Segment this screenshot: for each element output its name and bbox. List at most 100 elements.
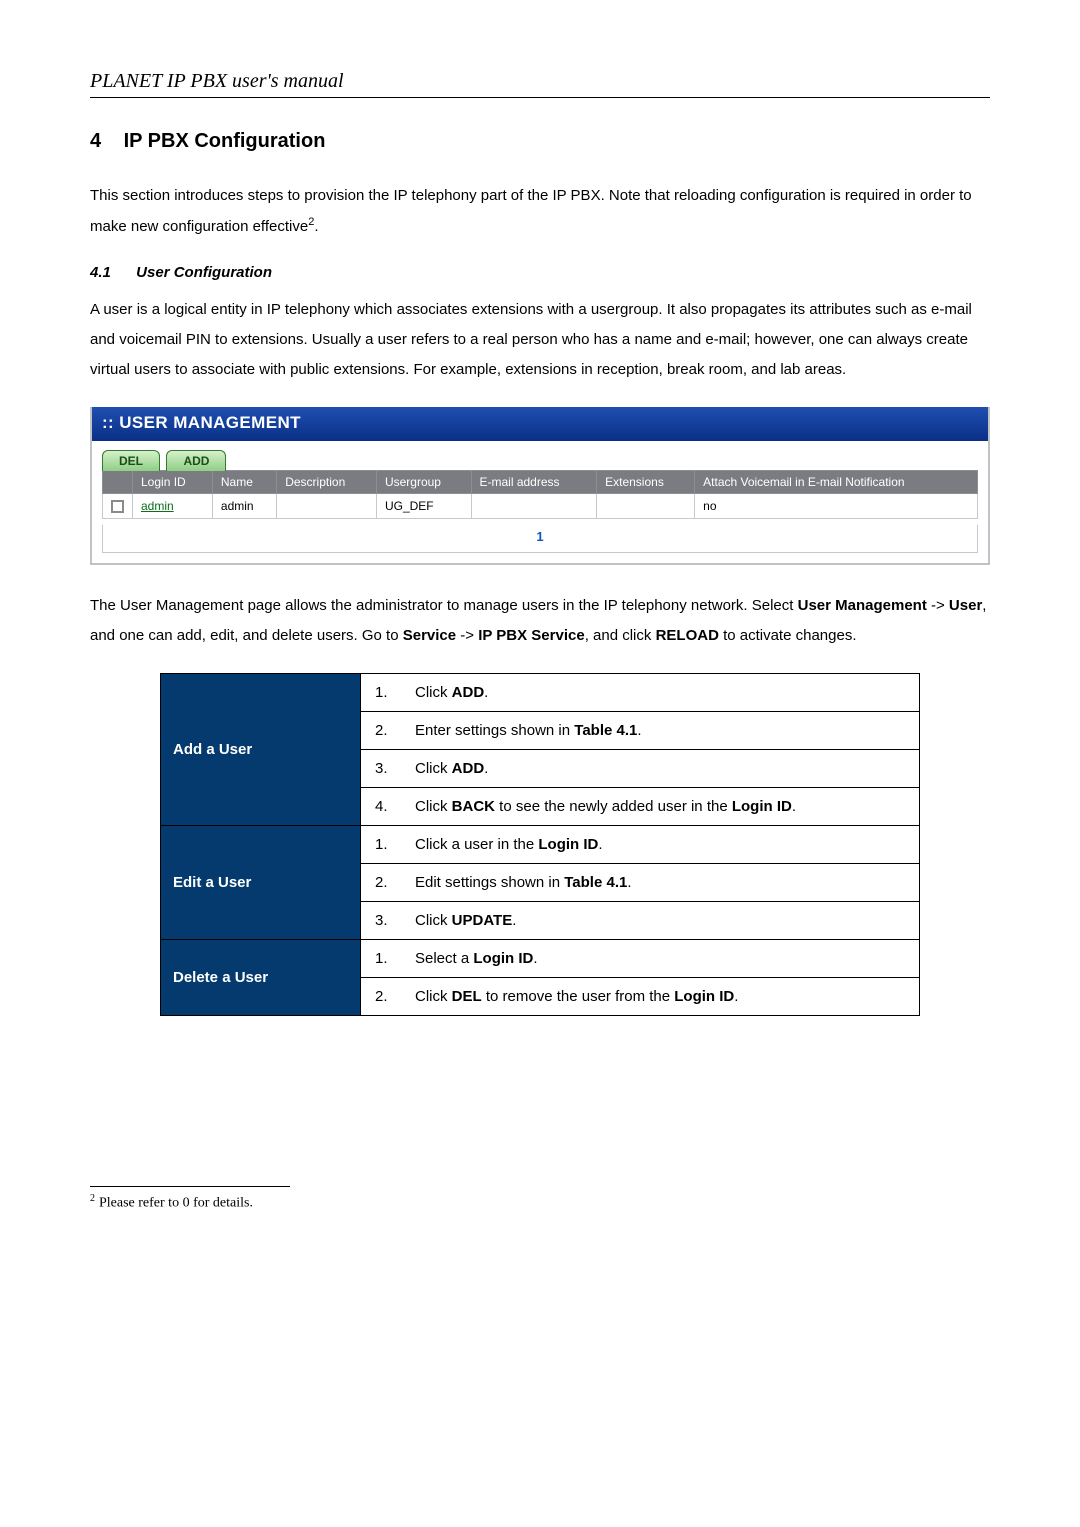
footnote: 2 Please refer to 0 for details. (90, 1193, 990, 1212)
col-attach: Attach Voicemail in E-mail Notification (695, 471, 978, 494)
proc-row-delete: Delete a User 1. Select a Login ID. 2. C… (161, 940, 920, 1016)
txt: . (734, 988, 738, 1005)
bold: BACK (452, 798, 495, 815)
proc-row-edit: Edit a User 1. Click a user in the Login… (161, 826, 920, 940)
user-management-table: Login ID Name Description Usergroup E-ma… (102, 470, 978, 519)
procedure-table: Add a User 1. Click ADD. 2. Enter settin… (160, 673, 920, 1016)
list-item: 2. Click DEL to remove the user from the… (361, 977, 919, 1015)
col-extensions: Extensions (597, 471, 695, 494)
txt: . (512, 912, 516, 929)
footnote-mark: 2 (90, 1193, 95, 1204)
txt: . (484, 684, 488, 701)
step-num: 4. (375, 798, 415, 815)
step-num: 1. (375, 836, 415, 853)
row-attach: no (695, 494, 978, 519)
row-extensions (597, 494, 695, 519)
list-item: 3. Click UPDATE. (361, 901, 919, 939)
list-item: 2. Enter settings shown in Table 4.1. (361, 711, 919, 749)
step-num: 1. (375, 684, 415, 701)
footnote-text: Please refer to 0 for details. (99, 1196, 253, 1211)
pager[interactable]: 1 (102, 525, 978, 553)
section-number: 4 (90, 130, 118, 153)
step-num: 3. (375, 760, 415, 777)
table-row: admin admin UG_DEF no (103, 494, 978, 519)
txt: . (598, 836, 602, 853)
bold: UPDATE (452, 912, 513, 929)
step-text: Click ADD. (415, 684, 905, 701)
proc-label-add: Add a User (161, 674, 361, 826)
bold-user-management: User Management (798, 597, 927, 614)
user-management-panel: :: USER MANAGEMENT DEL ADD Login ID Name… (90, 407, 990, 565)
subsection-title: 4.1 User Configuration (90, 264, 990, 281)
list-item: 3. Click ADD. (361, 749, 919, 787)
txt: Click (415, 912, 452, 929)
row-checkbox[interactable] (111, 500, 124, 513)
txt: Click (415, 684, 452, 701)
step-text: Edit settings shown in Table 4.1. (415, 874, 905, 891)
col-checkbox (103, 471, 133, 494)
col-email: E-mail address (471, 471, 597, 494)
txt: . (484, 760, 488, 777)
section-intro-end: . (314, 218, 318, 235)
section-intro-text: This section introduces steps to provisi… (90, 187, 972, 235)
table-header-row: Login ID Name Description Usergroup E-ma… (103, 471, 978, 494)
user-management-tabs: DEL ADD (92, 441, 988, 470)
proc-row-add: Add a User 1. Click ADD. 2. Enter settin… (161, 674, 920, 826)
bold: Table 4.1 (574, 722, 637, 739)
txt: Click (415, 760, 452, 777)
step-num: 2. (375, 722, 415, 739)
step-num: 1. (375, 950, 415, 967)
header-rule (90, 97, 990, 98)
step-text: Enter settings shown in Table 4.1. (415, 722, 905, 739)
after-um-para: The User Management page allows the admi… (90, 591, 990, 651)
txt: . (792, 798, 796, 815)
bold: Login ID (732, 798, 792, 815)
bold: ADD (452, 760, 485, 777)
bold-ip-pbx-service: IP PBX Service (478, 627, 584, 644)
txt: Click (415, 988, 452, 1005)
step-text: Click BACK to see the newly added user i… (415, 798, 905, 815)
txt: -> (456, 627, 478, 644)
footnote-rule (90, 1186, 290, 1187)
list-item: 4. Click BACK to see the newly added use… (361, 787, 919, 825)
row-usergroup: UG_DEF (376, 494, 471, 519)
col-description: Description (277, 471, 377, 494)
del-tab-button[interactable]: DEL (102, 450, 160, 471)
proc-steps-edit: 1. Click a user in the Login ID. 2. Edit… (361, 826, 920, 940)
bold: Login ID (538, 836, 598, 853)
subsection-para: A user is a logical entity in IP telepho… (90, 295, 990, 385)
txt: Select a (415, 950, 473, 967)
section-intro: This section introduces steps to provisi… (90, 181, 990, 242)
txt: Enter settings shown in (415, 722, 574, 739)
txt: to activate changes. (719, 627, 857, 644)
step-num: 2. (375, 874, 415, 891)
txt: . (533, 950, 537, 967)
bold: ADD (452, 684, 485, 701)
bold: Login ID (674, 988, 734, 1005)
step-text: Click UPDATE. (415, 912, 905, 929)
proc-steps-add: 1. Click ADD. 2. Enter settings shown in… (361, 674, 920, 826)
txt: Click a user in the (415, 836, 538, 853)
step-num: 3. (375, 912, 415, 929)
list-item: 1. Click ADD. (361, 674, 919, 711)
txt: . (637, 722, 641, 739)
row-email (471, 494, 597, 519)
txt: to remove the user from the (482, 988, 675, 1005)
bold: DEL (452, 988, 482, 1005)
proc-steps-delete: 1. Select a Login ID. 2. Click DEL to re… (361, 940, 920, 1016)
step-text: Click a user in the Login ID. (415, 836, 905, 853)
txt: . (627, 874, 631, 891)
section-title: 4 IP PBX Configuration (90, 130, 990, 153)
proc-label-edit: Edit a User (161, 826, 361, 940)
row-name: admin (212, 494, 276, 519)
txt: Edit settings shown in (415, 874, 564, 891)
login-id-link[interactable]: admin (141, 499, 174, 513)
col-name: Name (212, 471, 276, 494)
doc-header: PLANET IP PBX user's manual (90, 70, 990, 93)
row-checkbox-cell (103, 494, 133, 519)
add-tab-button[interactable]: ADD (166, 450, 226, 471)
step-text: Select a Login ID. (415, 950, 905, 967)
row-description (277, 494, 377, 519)
subsection-number: 4.1 (90, 264, 132, 281)
bold-user: User (949, 597, 982, 614)
